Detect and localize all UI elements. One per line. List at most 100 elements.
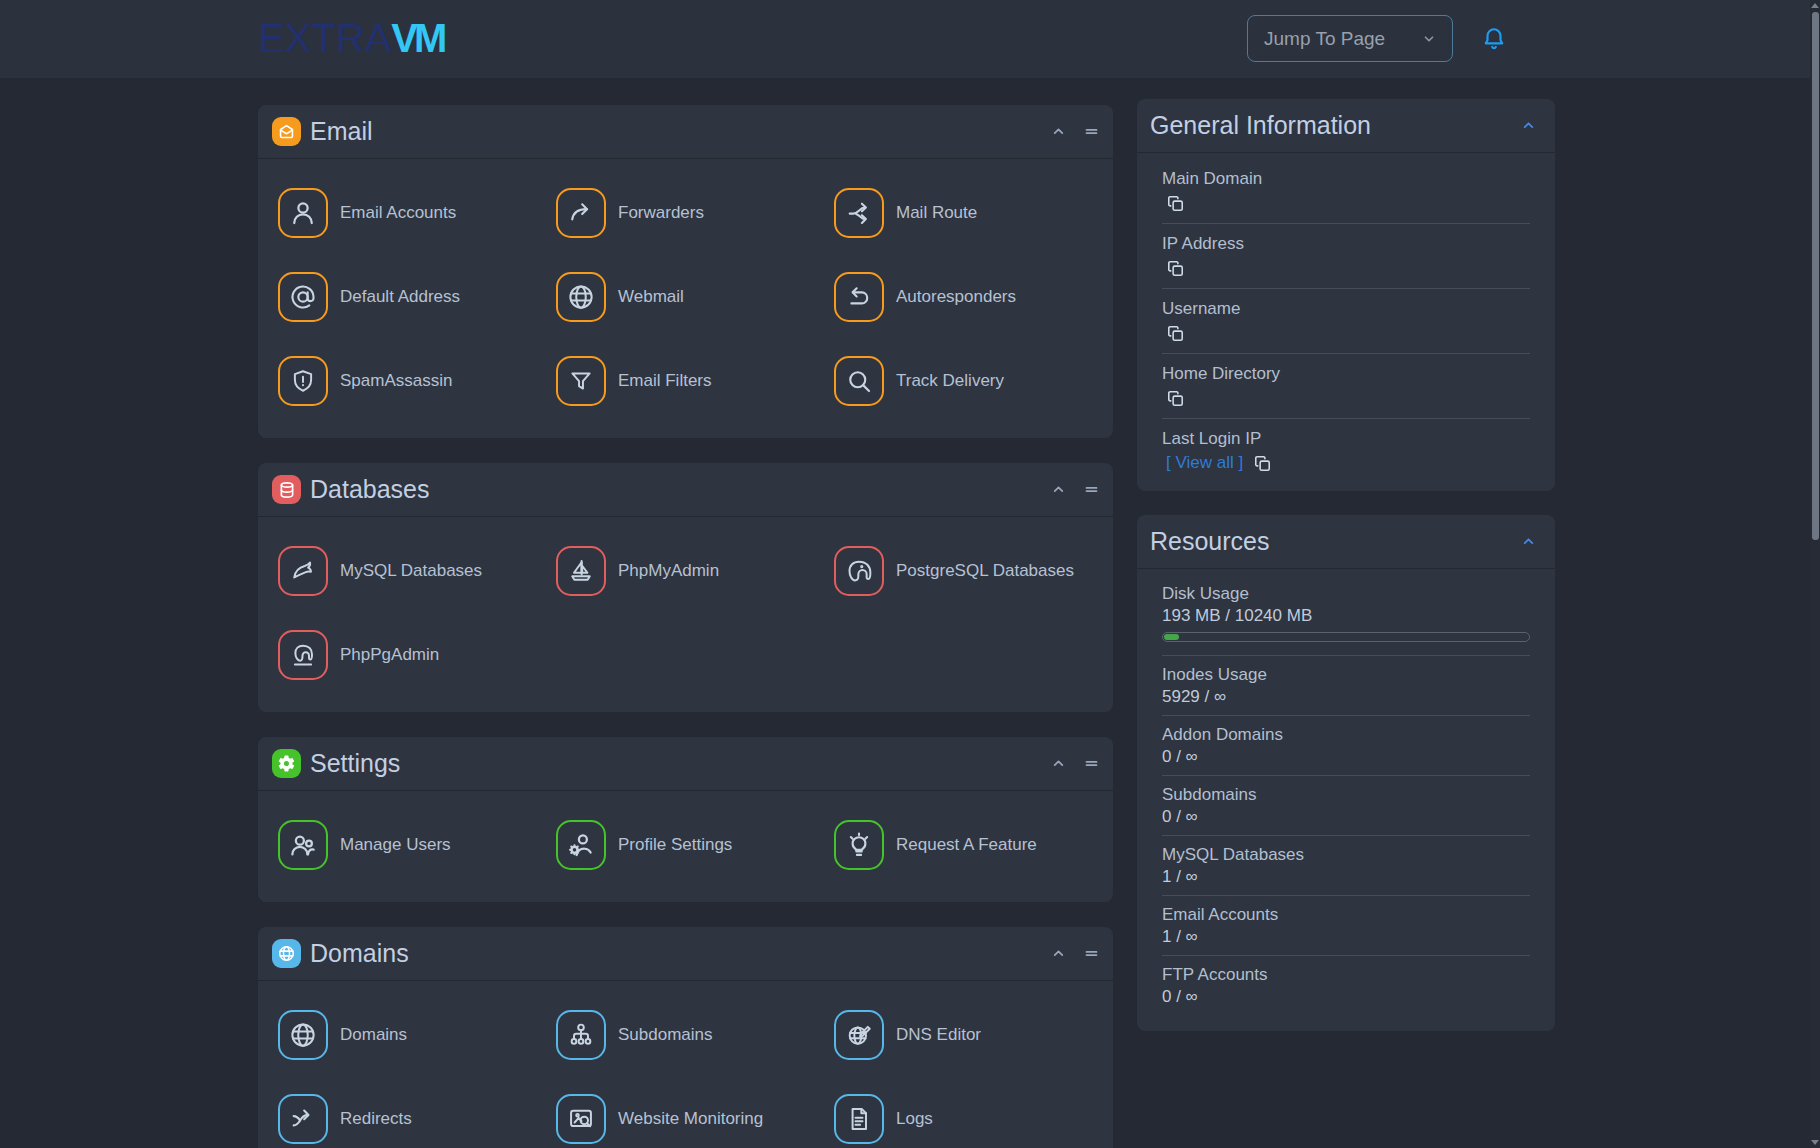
drag-handle-icon[interactable]: [1084, 756, 1099, 771]
copy-icon[interactable]: [1166, 194, 1185, 213]
feature-dns-editor[interactable]: DNS Editor: [834, 993, 1093, 1077]
document-icon: [834, 1094, 884, 1144]
collapse-chevron-icon[interactable]: [1522, 119, 1535, 132]
feature-website-monitoring[interactable]: Website Monitoring: [556, 1077, 834, 1148]
gear-icon: [272, 749, 301, 778]
resource-value: 193 MB / 10240 MB: [1162, 606, 1530, 626]
sailboat-icon: [556, 546, 606, 596]
feature-label: SpamAssassin: [340, 371, 452, 391]
route-icon: [834, 188, 884, 238]
feature-mysql-databases[interactable]: MySQL Databases: [278, 529, 556, 613]
logo-extra: EXTRA: [258, 16, 391, 60]
sidebar: General Information Main Domain IP Addres…: [1137, 99, 1555, 1055]
lightbulb-icon: [834, 820, 884, 870]
collapse-chevron-icon[interactable]: [1052, 125, 1065, 138]
globe-icon: [278, 1010, 328, 1060]
jump-to-page-label: Jump To Page: [1264, 28, 1385, 50]
resource-value: 0 / ∞: [1162, 747, 1530, 767]
at-sign-icon: [278, 272, 328, 322]
feature-label: Mail Route: [896, 203, 977, 223]
resource-inodes-usage: Inodes Usage5929 / ∞: [1162, 656, 1530, 716]
info-ip-address: IP Address: [1162, 224, 1530, 289]
feature-label: DNS Editor: [896, 1025, 981, 1045]
sitemap-icon: [556, 1010, 606, 1060]
collapse-chevron-icon[interactable]: [1052, 947, 1065, 960]
feature-profile-settings[interactable]: Profile Settings: [556, 803, 834, 887]
feature-mail-route[interactable]: Mail Route: [834, 171, 1093, 255]
top-header: EXTRAVM Jump To Page: [0, 0, 1820, 78]
feature-track-delivery[interactable]: Track Delivery: [834, 339, 1093, 423]
feature-label: Track Delivery: [896, 371, 1004, 391]
info-main-domain: Main Domain: [1162, 159, 1530, 224]
feature-label: Profile Settings: [618, 835, 732, 855]
feature-domains[interactable]: Domains: [278, 993, 556, 1077]
copy-icon[interactable]: [1166, 259, 1185, 278]
card-title: Email: [310, 117, 373, 146]
feature-autoresponders[interactable]: Autoresponders: [834, 255, 1093, 339]
feature-subdomains[interactable]: Subdomains: [556, 993, 834, 1077]
monitor-search-icon: [556, 1094, 606, 1144]
copy-icon[interactable]: [1166, 324, 1185, 343]
collapse-chevron-icon[interactable]: [1052, 483, 1065, 496]
funnel-icon: [556, 356, 606, 406]
drag-handle-icon[interactable]: [1084, 946, 1099, 961]
resource-label: Email Accounts: [1162, 905, 1530, 925]
copy-icon[interactable]: [1166, 389, 1185, 408]
resource-value: 5929 / ∞: [1162, 687, 1530, 707]
feature-email-filters[interactable]: Email Filters: [556, 339, 834, 423]
user-icon: [278, 188, 328, 238]
extravm-logo[interactable]: EXTRAVM: [258, 15, 443, 61]
globe-icon: [556, 272, 606, 322]
scrollbar-thumb[interactable]: [1812, 12, 1819, 540]
magnifier-icon: [834, 356, 884, 406]
collapse-chevron-icon[interactable]: [1522, 535, 1535, 548]
resource-email-accounts: Email Accounts1 / ∞: [1162, 896, 1530, 956]
jump-to-page-select[interactable]: Jump To Page: [1247, 15, 1453, 62]
disk-usage-progressbar: [1162, 632, 1530, 642]
feature-phpmyadmin[interactable]: PhpMyAdmin: [556, 529, 834, 613]
resource-label: Subdomains: [1162, 785, 1530, 805]
feature-request-a-feature[interactable]: Request A Feature: [834, 803, 1093, 887]
feature-label: Request A Feature: [896, 835, 1037, 855]
drag-handle-icon[interactable]: [1084, 124, 1099, 139]
feature-default-address[interactable]: Default Address: [278, 255, 556, 339]
scroll-up-arrow[interactable]: [1811, 3, 1819, 8]
feature-manage-users[interactable]: Manage Users: [278, 803, 556, 887]
feature-label: Autoresponders: [896, 287, 1016, 307]
main-column: Email Email Accounts Forwarders Mail Route D…: [258, 105, 1113, 1148]
feature-postgresql-databases[interactable]: PostgreSQL Databases: [834, 529, 1093, 613]
feature-label: Email Filters: [618, 371, 712, 391]
notifications-bell-icon[interactable]: [1481, 26, 1507, 52]
feature-spamassassin[interactable]: SpamAssassin: [278, 339, 556, 423]
card-title: Settings: [310, 749, 400, 778]
feature-label: Default Address: [340, 287, 460, 307]
envelope-icon: [272, 117, 301, 146]
users-icon: [278, 820, 328, 870]
feature-phppgadmin[interactable]: PhpPgAdmin: [278, 613, 556, 697]
resource-value: 0 / ∞: [1162, 987, 1530, 1007]
card-title: Domains: [310, 939, 409, 968]
copy-icon[interactable]: [1253, 454, 1272, 473]
feature-forwarders[interactable]: Forwarders: [556, 171, 834, 255]
view-all-link[interactable]: [ View all ]: [1166, 453, 1243, 473]
resource-ftp-accounts: FTP Accounts0 / ∞: [1162, 956, 1530, 1031]
vertical-scrollbar[interactable]: [1810, 0, 1820, 1148]
card-header-email: Email: [258, 105, 1113, 159]
redirect-icon: [278, 1094, 328, 1144]
info-label: Main Domain: [1162, 169, 1530, 189]
general-information-title: General Information: [1150, 111, 1371, 140]
feature-redirects[interactable]: Redirects: [278, 1077, 556, 1148]
feature-webmail[interactable]: Webmail: [556, 255, 834, 339]
card-title: Databases: [310, 475, 430, 504]
feature-label: PostgreSQL Databases: [896, 561, 1074, 581]
feature-email-accounts[interactable]: Email Accounts: [278, 171, 556, 255]
drag-handle-icon[interactable]: [1084, 482, 1099, 497]
info-label: Last Login IP: [1162, 429, 1530, 449]
feature-label: Email Accounts: [340, 203, 456, 223]
card-header-settings: Settings: [258, 737, 1113, 791]
resource-label: Inodes Usage: [1162, 665, 1530, 685]
collapse-chevron-icon[interactable]: [1052, 757, 1065, 770]
resource-label: MySQL Databases: [1162, 845, 1530, 865]
scroll-down-arrow[interactable]: [1811, 1140, 1819, 1145]
feature-logs[interactable]: Logs: [834, 1077, 1093, 1148]
